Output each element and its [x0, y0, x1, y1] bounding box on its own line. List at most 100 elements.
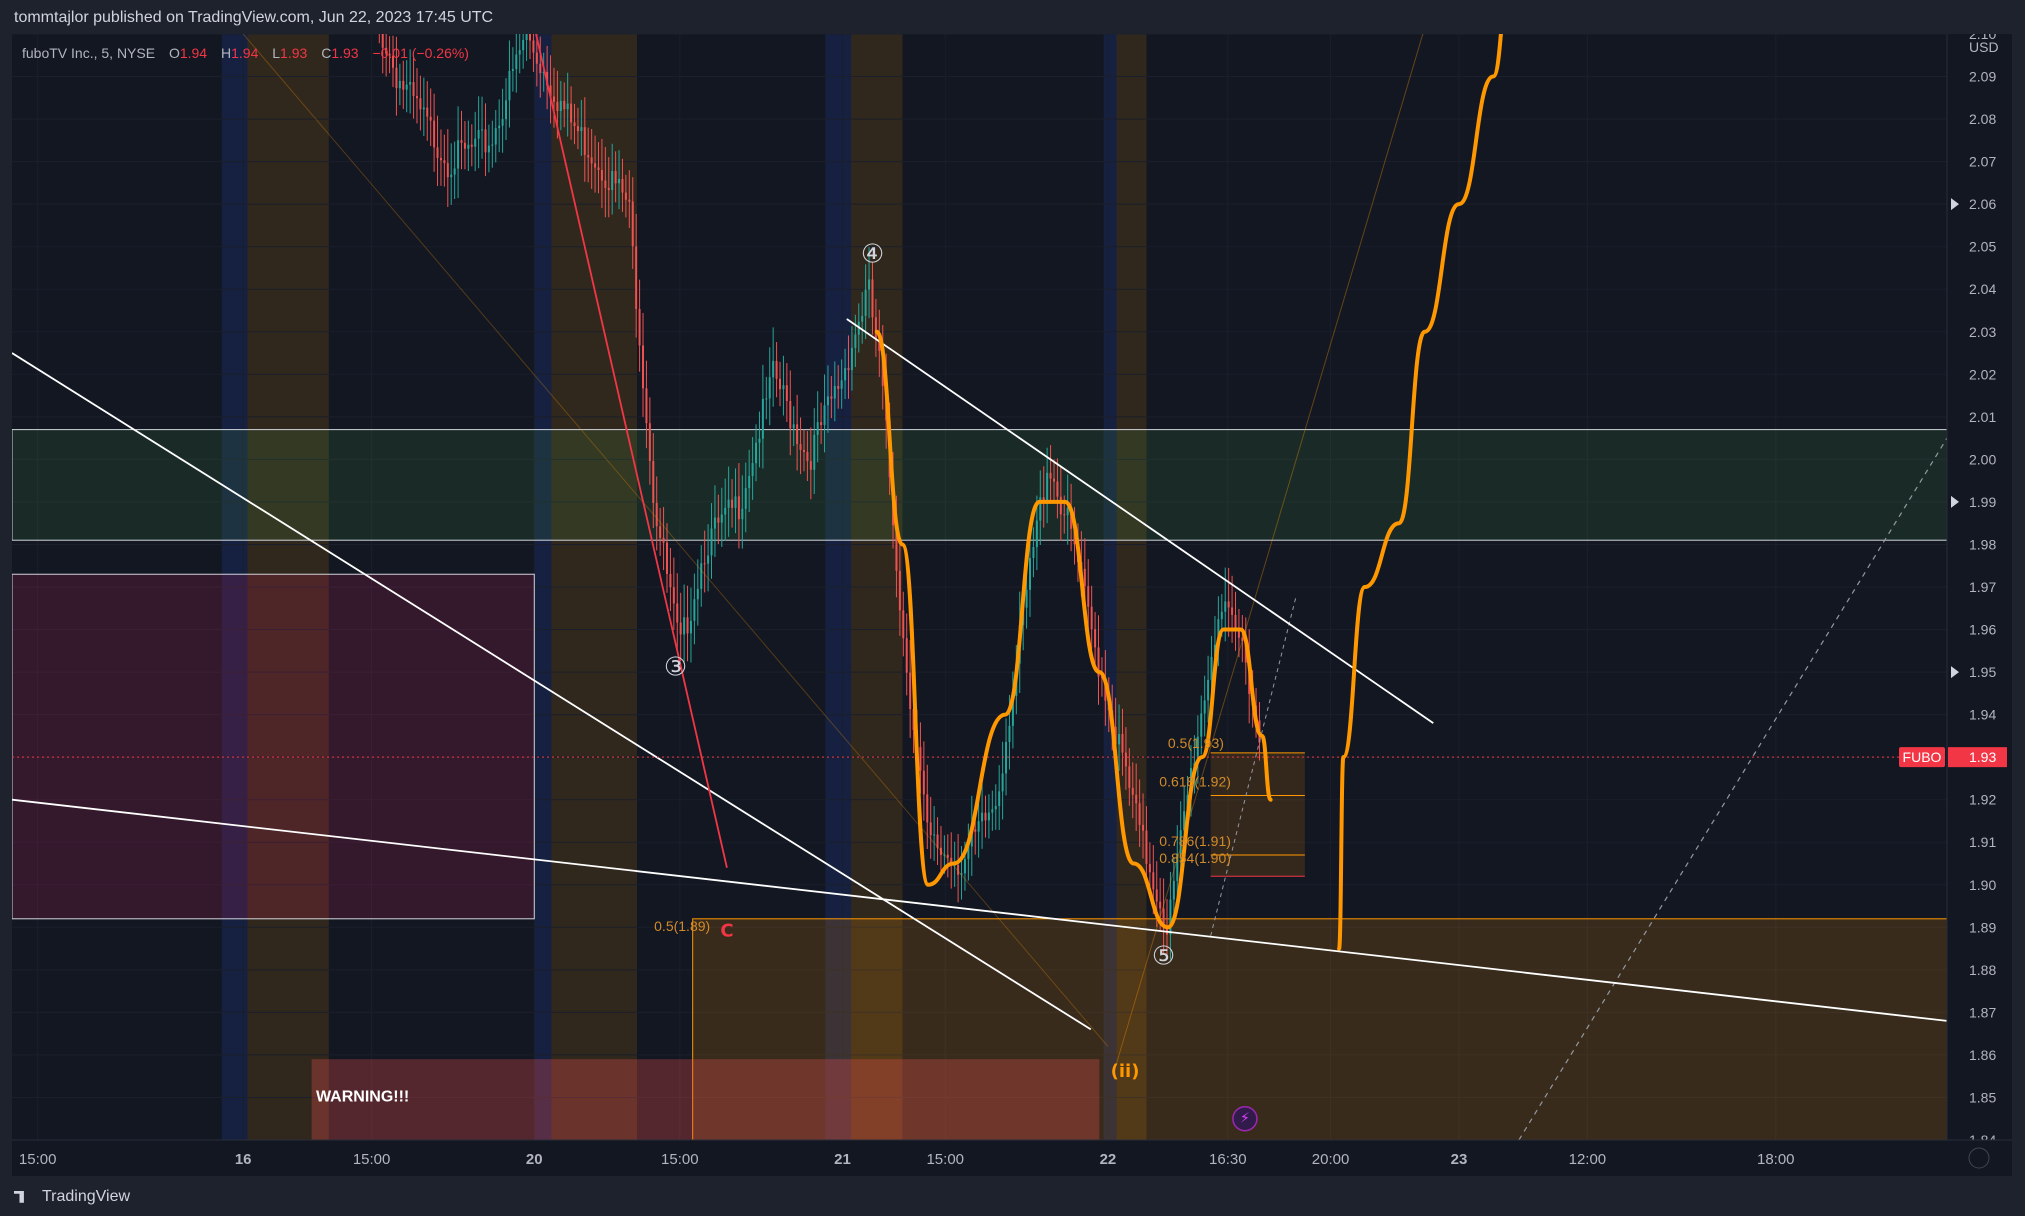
candle-body	[731, 499, 734, 508]
candle-body	[405, 84, 408, 90]
x-tick-label: 15:00	[661, 1151, 699, 1168]
candle-body	[1220, 611, 1223, 620]
candle-body	[1035, 520, 1038, 548]
candle-body	[751, 463, 754, 477]
candle-body	[1059, 496, 1062, 515]
candle-body	[809, 461, 812, 470]
y-tick-label: 2.03	[1969, 324, 1996, 340]
candle-body	[535, 52, 538, 64]
y-tick-label: 2.06	[1969, 196, 1996, 212]
candle-body	[665, 542, 668, 574]
candle-body	[850, 347, 853, 371]
y-tick-label: 1.91	[1969, 834, 1996, 850]
candle-body	[631, 201, 634, 247]
candle-body	[748, 476, 751, 489]
x-tick-label: 22	[1100, 1151, 1117, 1168]
y-tick-label: 1.97	[1969, 579, 1996, 595]
candle-body	[1118, 733, 1121, 745]
candle-body	[905, 638, 908, 673]
candle-body	[1032, 547, 1035, 559]
zone-warning	[311, 1059, 1100, 1140]
candle-body	[919, 747, 922, 771]
candle-body	[864, 289, 867, 316]
candle-body	[563, 100, 566, 110]
candle-body	[1094, 629, 1097, 648]
candle-body	[707, 555, 710, 564]
candle-body	[1087, 586, 1090, 607]
candle-body	[628, 199, 631, 202]
x-tick-label: 15:00	[19, 1151, 57, 1168]
y-tick-label: 1.99	[1969, 494, 1996, 510]
x-tick-label: 12:00	[1569, 1151, 1607, 1168]
y-tick-label: 1.86	[1969, 1047, 1996, 1063]
candle-body	[494, 128, 497, 145]
candle-body	[981, 812, 984, 822]
wave-label: ⑤	[1152, 942, 1175, 972]
candle-body	[744, 488, 747, 509]
x-tick-label: 16:30	[1209, 1151, 1247, 1168]
candle-body	[987, 812, 990, 821]
candle-body	[487, 145, 490, 153]
candle-body	[659, 526, 662, 538]
candle-body	[409, 82, 412, 85]
candle-body	[1063, 514, 1066, 516]
candle-body	[761, 398, 764, 439]
candle-body	[460, 140, 463, 143]
candle-body	[1138, 803, 1141, 825]
y-tick-label: 1.90	[1969, 877, 1996, 893]
y-tick-label: 2.01	[1969, 409, 1996, 425]
candle-body	[741, 508, 744, 520]
y-tick-label: 2.09	[1969, 69, 1996, 85]
y-tick-label: 1.87	[1969, 1004, 1996, 1020]
wave-label: C	[720, 921, 733, 942]
y-tick-label: 1.85	[1969, 1089, 1996, 1105]
candle-body	[1148, 863, 1151, 873]
candle-body	[782, 385, 785, 390]
tradingview-logo[interactable]: TradingView	[14, 1188, 130, 1206]
candle-body	[587, 155, 590, 158]
candle-body	[868, 279, 871, 290]
candle-body	[570, 103, 573, 123]
candle-body	[559, 100, 562, 111]
candle-body	[1131, 787, 1134, 795]
publish-line: tommtajlor published on TradingView.com,…	[14, 9, 494, 26]
candle-body	[998, 791, 1001, 807]
candle-body	[1172, 880, 1175, 900]
legend-symbol[interactable]: fuboTV Inc., 5, NYSE	[22, 45, 155, 61]
candle-body	[772, 360, 775, 378]
candle-body	[611, 170, 614, 190]
candle-body	[515, 54, 518, 70]
fib-label: 0.854(1.90)	[1159, 850, 1231, 866]
candle-body	[1042, 497, 1045, 501]
zone-box	[12, 573, 535, 920]
candle-body	[779, 378, 782, 390]
candle-body	[429, 116, 432, 121]
candle-body	[491, 144, 494, 146]
price-chart[interactable]: ④③⑤C(ii)0.5(1.93)0.618(1.92)0.786(1.91)0…	[12, 34, 2012, 1176]
x-tick-label: 21	[834, 1151, 851, 1168]
candle-body	[696, 588, 699, 600]
event-icon-glyph: ⚡	[1240, 1111, 1250, 1127]
candle-body	[1046, 472, 1049, 501]
candle-body	[727, 499, 730, 508]
x-tick-label: 20	[526, 1151, 543, 1168]
candle-body	[655, 502, 658, 527]
candle-body	[1025, 589, 1028, 608]
candle-body	[796, 424, 799, 445]
candle-body	[933, 834, 936, 836]
candle-body	[837, 385, 840, 389]
candle-body	[398, 80, 401, 89]
candle-body	[1203, 700, 1206, 714]
annotation-text: WARNING!!!	[316, 1089, 409, 1106]
candle-body	[669, 573, 672, 588]
candle-body	[597, 167, 600, 170]
candle-body	[926, 794, 929, 823]
y-tick-label: 2.00	[1969, 451, 1996, 467]
candle-body	[474, 138, 477, 147]
candle-body	[1200, 713, 1203, 737]
candle-body	[566, 103, 569, 110]
candle-body	[1210, 656, 1213, 680]
candle-body	[1124, 752, 1127, 767]
wave-label: (ii)	[1111, 1061, 1140, 1082]
wave-label: ④	[861, 240, 884, 270]
